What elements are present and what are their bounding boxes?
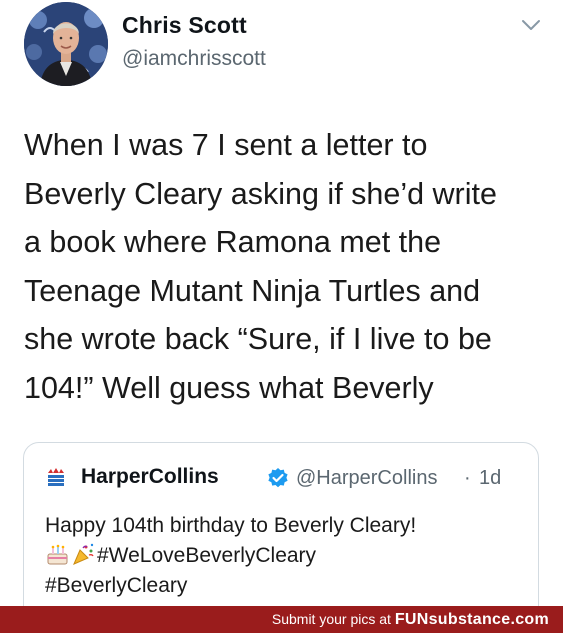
separator-dot: ·: [464, 467, 471, 489]
quoted-tweet-text: Happy 104th birthday to Beverly Cleary!: [45, 511, 525, 601]
watermark-caption: Submit your pics at: [271, 611, 391, 627]
author-handle[interactable]: @iamchrisscott: [122, 47, 266, 71]
quoted-timestamp[interactable]: 1d: [479, 467, 501, 490]
tweet-text-line: Teenage Mutant Ninja Turtles and: [24, 273, 481, 308]
quoted-tweet-card[interactable]: HarperCollins @HarperCollins · 1d Happy …: [23, 442, 539, 633]
tweet-text-line: 104!” Well guess what Beverly: [24, 370, 434, 405]
watermark-bar: Submit your pics at FUNsubstance.com: [0, 606, 563, 633]
verified-badge-icon: [268, 468, 288, 488]
birthday-cake-emoji: [47, 544, 68, 565]
watermark-text: Submit your pics at FUNsubstance.com: [272, 611, 549, 629]
author-name[interactable]: Chris Scott: [122, 12, 247, 39]
watermark-brand: FUNsubstance.com: [394, 611, 549, 628]
tweet-text-line: a book where Ramona met the: [24, 225, 442, 260]
quoted-author-name[interactable]: HarperCollins: [81, 465, 219, 489]
hashtag-link[interactable]: #WeLoveBeverlyCleary: [97, 544, 316, 567]
avatar-image: [24, 2, 108, 86]
tweet-text-line: Beverly Cleary asking if she’d write: [24, 176, 497, 211]
tweet-text-line: When I was 7 I sent a letter to: [24, 128, 428, 162]
harpercollins-logo-icon: [48, 468, 64, 486]
tweet-screenshot: Chris Scott @iamchrisscott When I was 7 …: [0, 0, 563, 633]
chevron-down-icon[interactable]: [521, 18, 541, 32]
quoted-text-line: #BeverlyCleary: [45, 571, 525, 601]
quoted-text-line: Happy 104th birthday to Beverly Cleary!: [45, 514, 417, 537]
tweet-text-line: she wrote back “Sure, if I live to be: [24, 322, 492, 357]
hashtag-link[interactable]: #BeverlyCleary: [45, 574, 187, 597]
party-popper-emoji: [73, 543, 94, 565]
quoted-text-line: #WeLoveBeverlyCleary: [45, 541, 525, 571]
author-avatar[interactable]: [24, 2, 108, 86]
quoted-author-handle[interactable]: @HarperCollins: [296, 467, 437, 490]
tweet-text: When I was 7 I sent a letter to Beverly …: [24, 121, 544, 413]
